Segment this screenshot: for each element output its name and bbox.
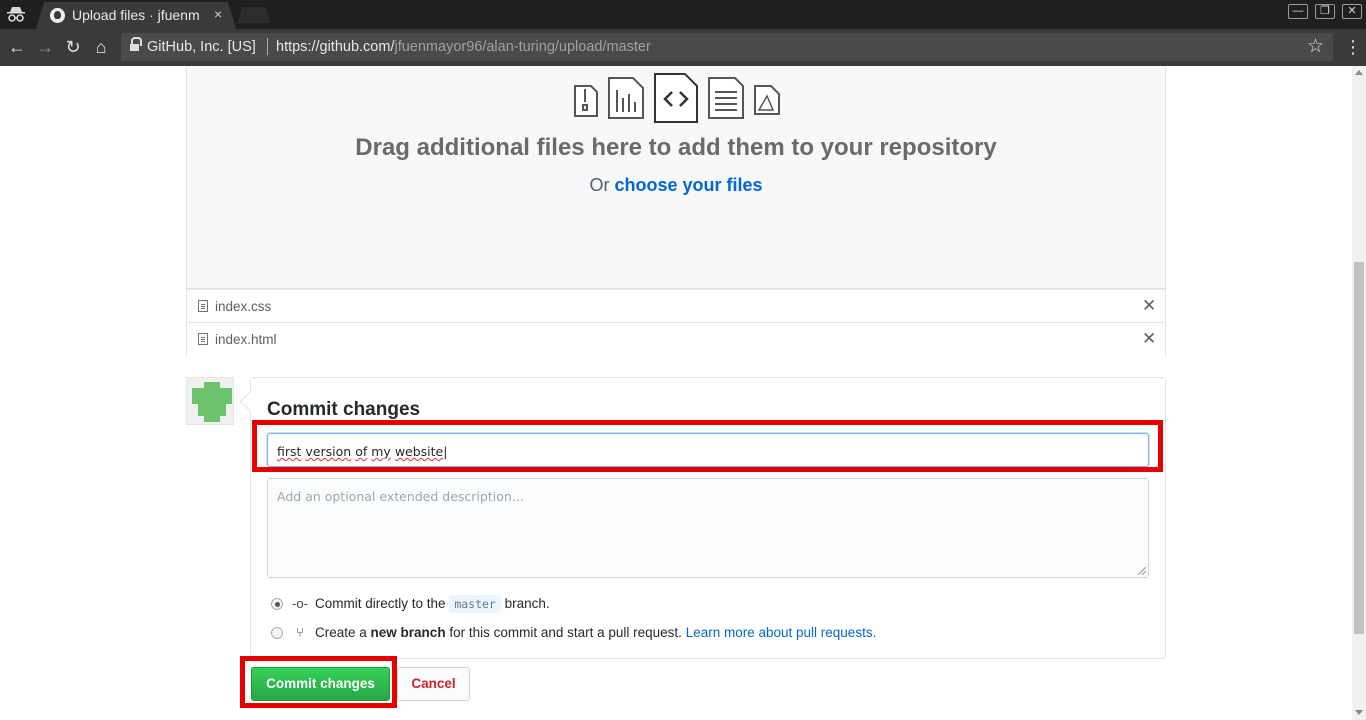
url-text[interactable]: https://github.com/jfuenmayor96/alan-tur…: [276, 39, 651, 55]
browser-tab-active[interactable]: Upload files · jfuenm ×: [36, 2, 236, 29]
avatar[interactable]: [186, 377, 234, 425]
commit-direct-label: Commit directly to the master branch.: [315, 595, 550, 613]
learn-more-pull-requests-link[interactable]: Learn more about pull requests.: [686, 625, 877, 640]
zip-file-icon: [574, 85, 598, 117]
restore-button[interactable]: ❐: [1315, 4, 1335, 19]
remove-file-icon[interactable]: ✕: [1142, 296, 1156, 316]
commit-summary-input[interactable]: first version of my website|: [267, 433, 1149, 467]
scroll-up-icon[interactable]: [1355, 70, 1363, 75]
chart-file-icon: [608, 77, 644, 119]
file-row: index.css ✕: [187, 290, 1165, 323]
branch-name: master: [449, 595, 501, 613]
file-row: index.html ✕: [187, 323, 1165, 356]
resize-grip-icon[interactable]: [1138, 567, 1146, 575]
page-content: Drag additional files here to add them t…: [0, 66, 1352, 720]
browser-toolbar: ← → ↻ ⌂ GitHub, Inc. [US] https://github…: [0, 29, 1366, 66]
pdf-file-icon: [754, 85, 780, 115]
git-commit-icon: -o-: [292, 596, 308, 611]
new-branch-label: Create a new branch for this commit and …: [315, 625, 877, 640]
file-name: index.css: [215, 299, 272, 314]
commit-description-textarea[interactable]: Add an optional extended description…: [267, 478, 1149, 578]
tab-title: Upload files · jfuenm: [72, 7, 200, 23]
address-bar[interactable]: GitHub, Inc. [US] https://github.com/jfu…: [121, 33, 1333, 61]
back-icon[interactable]: ←: [7, 37, 27, 57]
incognito-icon: [7, 7, 25, 22]
description-placeholder: Add an optional extended description…: [277, 489, 525, 504]
minimize-button[interactable]: —: [1288, 4, 1308, 19]
radio-new-branch[interactable]: [271, 627, 283, 639]
commit-changes-button[interactable]: Commit changes: [251, 667, 390, 701]
home-icon[interactable]: ⌂: [91, 37, 111, 57]
commit-form: Commit changes first version of my websi…: [250, 377, 1166, 659]
file-type-icons: [574, 73, 780, 123]
file-drop-zone[interactable]: Drag additional files here to add them t…: [186, 66, 1166, 289]
text-file-icon: [708, 77, 744, 119]
github-favicon-icon: [50, 8, 65, 23]
site-identity[interactable]: GitHub, Inc. [US]: [147, 39, 256, 55]
tab-close-icon[interactable]: ×: [214, 6, 222, 22]
new-tab-button[interactable]: [238, 7, 270, 23]
page-scrollbar[interactable]: [1352, 66, 1366, 720]
address-separator: [267, 38, 268, 55]
remove-file-icon[interactable]: ✕: [1142, 329, 1156, 349]
commit-summary-value: first version of my website|: [277, 444, 448, 459]
code-file-icon: [654, 73, 698, 123]
forward-icon[interactable]: →: [35, 37, 55, 57]
choose-files-link[interactable]: choose your files: [614, 175, 762, 195]
lock-icon: [130, 37, 142, 52]
file-icon: [198, 333, 208, 345]
reload-icon[interactable]: ↻: [63, 37, 83, 57]
radio-commit-direct[interactable]: [271, 598, 283, 610]
uploaded-file-list: index.css ✕ index.html ✕: [186, 289, 1166, 356]
cancel-button[interactable]: Cancel: [397, 667, 470, 701]
file-icon: [198, 300, 208, 312]
browser-menu-icon[interactable]: ⋮: [1343, 37, 1363, 57]
git-pull-request-icon: ⑂: [296, 625, 304, 640]
file-name: index.html: [215, 332, 277, 347]
drop-zone-title: Drag additional files here to add them t…: [355, 134, 997, 161]
drop-zone-subtitle: Or choose your files: [589, 175, 763, 195]
bookmark-star-icon[interactable]: ☆: [1307, 35, 1324, 58]
commit-heading: Commit changes: [267, 399, 421, 420]
close-window-button[interactable]: ✕: [1342, 4, 1362, 19]
scroll-down-icon[interactable]: [1355, 710, 1363, 715]
browser-titlebar: Upload files · jfuenm × — ❐ ✕: [0, 0, 1366, 29]
scroll-thumb[interactable]: [1354, 262, 1364, 634]
